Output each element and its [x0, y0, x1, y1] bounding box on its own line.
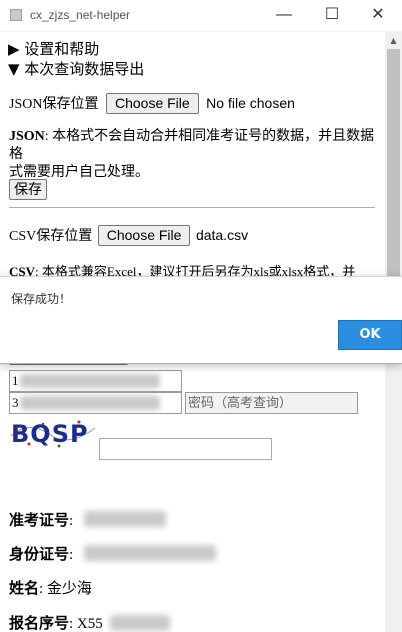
redacted-value [20, 396, 160, 410]
json-choose-file-button[interactable]: Choose File [105, 93, 199, 114]
export-section-toggle[interactable]: ▼ 本次查询数据导出 [8, 58, 144, 79]
id-card-row: 身份证号: [9, 547, 74, 563]
save-button[interactable]: 保存 [9, 179, 47, 200]
redacted-value [84, 545, 216, 561]
exam-id-label: 准考证号 [9, 513, 70, 529]
json-description: JSON: 本格式不会自动合并相同准考证号的数据，并且数据格 式需要用户自己处理… [9, 128, 377, 182]
window-title: cx_zjzs_net-helper [30, 8, 131, 22]
divider [9, 207, 375, 208]
json-file-status: No file chosen [206, 95, 295, 111]
json-save-row: JSON保存位置 Choose File No file chosen [9, 93, 295, 114]
exam-id-row: 准考证号: [9, 513, 74, 529]
csv-file-status: data.csv [195, 227, 249, 243]
scroll-up-arrow-icon[interactable]: ▲ [385, 32, 402, 49]
scroll-thumb[interactable] [387, 49, 400, 294]
csv-choose-file-button[interactable]: Choose File [97, 225, 191, 246]
alert-dialog: 保存成功！ OK [0, 276, 402, 364]
captcha-image[interactable]: BQSP [9, 416, 97, 450]
name-row: 姓名: 金少海 [9, 577, 92, 598]
id-card-label: 身份证号 [9, 547, 70, 563]
password-input[interactable]: 密码（高考查询） [185, 392, 358, 414]
name-value: : 金少海 [39, 581, 92, 597]
captcha-input[interactable] [99, 438, 272, 460]
redacted-value [84, 511, 166, 527]
reg-no-label: 报名序号 [9, 616, 70, 632]
close-button[interactable]: ✕ [366, 4, 390, 26]
title-bar: cx_zjzs_net-helper — ☐ ✕ [0, 0, 402, 32]
ok-button[interactable]: OK [338, 320, 402, 350]
reg-no-row: 报名序号: X55 [9, 612, 103, 632]
redacted-value [110, 615, 170, 631]
captcha-text: BQSP [11, 420, 89, 448]
settings-section-toggle[interactable]: ▶ 设置和帮助 [8, 38, 99, 59]
minimize-button[interactable]: — [272, 4, 296, 26]
redacted-value [20, 374, 160, 388]
dialog-message: 保存成功！ [11, 292, 72, 306]
json-save-label: JSON保存位置 [9, 97, 99, 112]
csv-save-label: CSV保存位置 [9, 229, 93, 244]
json-desc-line2: 式需要用户自己处理。 [9, 165, 149, 180]
maximize-button[interactable]: ☐ [320, 4, 344, 26]
reg-no-value: : X55 [69, 616, 103, 632]
json-desc-line1: : 本格式不会自动合并相同准考证号的数据，并且数据格 [9, 129, 375, 162]
app-icon [10, 9, 22, 21]
name-label: 姓名 [9, 581, 40, 597]
json-desc-bold: JSON [9, 129, 45, 144]
csv-save-row: CSV保存位置 Choose File data.csv [9, 225, 248, 246]
